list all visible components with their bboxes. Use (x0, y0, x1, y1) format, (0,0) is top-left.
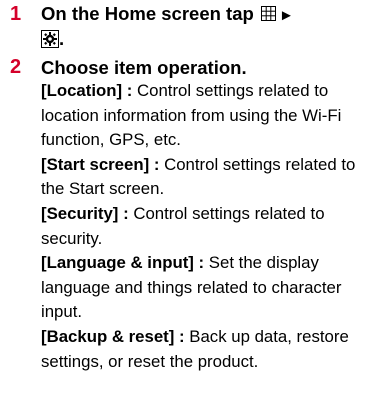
option-key: [Security] : (41, 203, 129, 223)
step-title: On the Home screen tap ► (41, 2, 375, 27)
arrow-right-icon: ► (278, 7, 294, 24)
option-key: [Start screen] : (41, 154, 160, 174)
option-key: [Backup & reset] : (41, 326, 185, 346)
option-language-input: [Language & input] : Set the display lan… (41, 251, 375, 325)
settings-gear-icon (41, 30, 59, 48)
option-start-screen: [Start screen] : Control settings relate… (41, 153, 375, 202)
option-key: [Location] : (41, 81, 133, 100)
step-title-suffix: . (59, 28, 65, 49)
step-number: 2 (10, 56, 22, 78)
step-title-prefix: On the Home screen tap (41, 3, 254, 24)
apps-grid-icon (260, 6, 276, 21)
step-number: 1 (10, 3, 22, 25)
step-content: Choose item operation. [Location] : Cont… (41, 56, 375, 374)
step-title: Choose item operation. (41, 57, 247, 78)
option-key: [Language & input] : (41, 253, 205, 273)
option-security: [Security] : Control settings related to… (41, 202, 375, 251)
option-location: [Location] : Control settings related to… (41, 79, 375, 153)
step-title-line-2: . (41, 27, 375, 50)
step-description: [Location] : Control settings related to… (41, 79, 375, 374)
option-backup-reset: [Backup & reset] : Back up data, restore… (41, 325, 375, 374)
step-content: On the Home screen tap ► . (41, 2, 375, 50)
